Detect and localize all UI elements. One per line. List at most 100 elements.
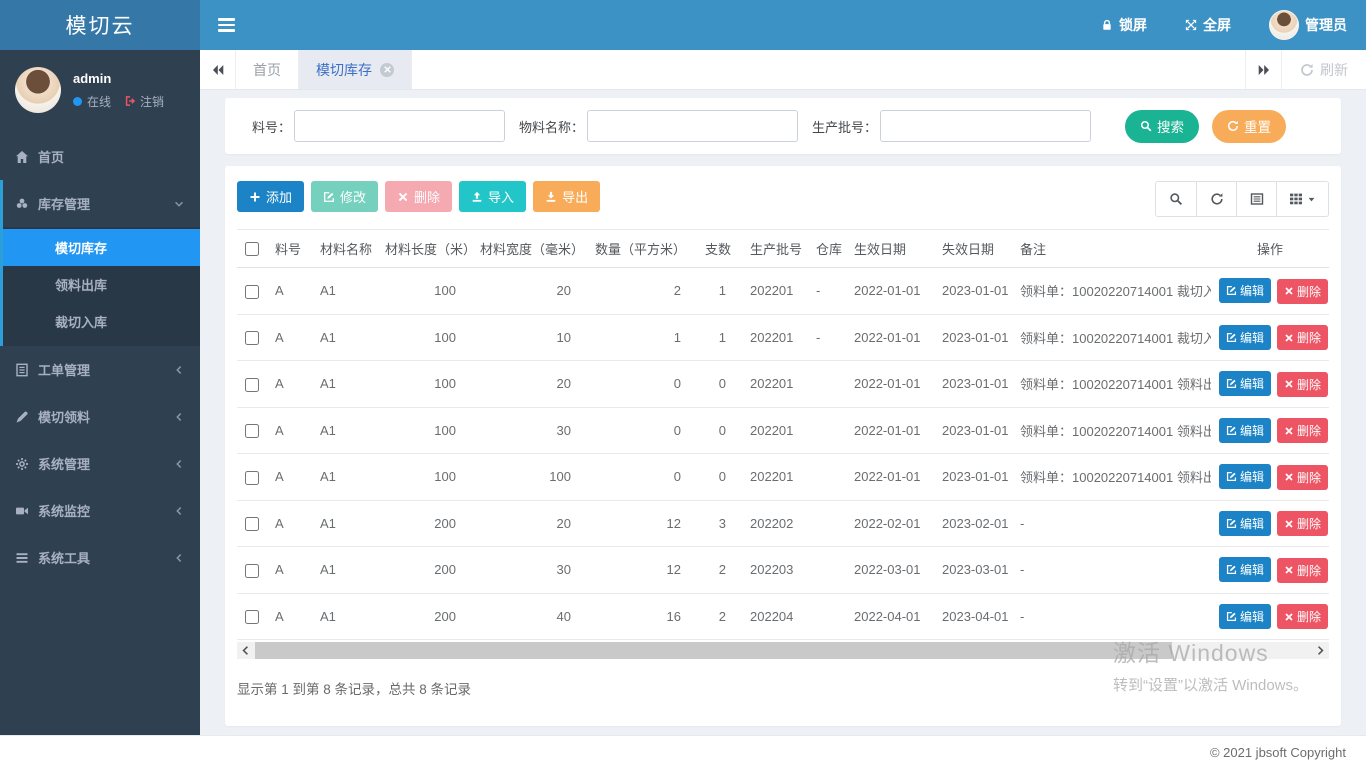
table-row: A A1 100 30 0 0 202201 2022-01-01 2023-0… [237, 407, 1329, 454]
tab-refresh-button[interactable]: 刷新 [1281, 50, 1366, 89]
current-user-menu[interactable]: 管理员 [1250, 0, 1366, 50]
fullscreen-button[interactable]: 全屏 [1166, 0, 1250, 50]
edit-button-label: 编辑 [1240, 468, 1264, 485]
scrollbar-right-arrow[interactable] [1312, 642, 1329, 659]
x-icon [1284, 565, 1294, 575]
sidebar-item-system-admin[interactable]: 系统管理 [0, 440, 200, 487]
batch-no-input[interactable] [880, 110, 1091, 142]
row-delete-button[interactable]: 删除 [1277, 372, 1328, 397]
row-checkbox[interactable] [245, 331, 259, 345]
app-logo: 模切云 [0, 0, 200, 50]
row-checkbox[interactable] [245, 285, 259, 299]
table-detail-view-button[interactable] [1236, 182, 1276, 216]
edit-button-label: 编辑 [1240, 561, 1264, 578]
logout-label: 注销 [140, 93, 164, 110]
delete-button-label: 删除 [1297, 283, 1321, 300]
x-icon [1284, 426, 1294, 436]
cell-effective-date: 2022-03-01 [846, 547, 934, 594]
search-icon [1140, 120, 1152, 132]
batch-no-label: 生产批号： [812, 117, 877, 136]
row-delete-button[interactable]: 删除 [1277, 558, 1328, 583]
row-checkbox[interactable] [245, 564, 259, 578]
sidebar-toggle-button[interactable] [200, 0, 253, 50]
footer: © 2021 jbsoft Copyright [0, 735, 1366, 768]
row-delete-button[interactable]: 删除 [1277, 604, 1328, 629]
cell-remark: 领料单：10020220714001 领料出库 [1012, 407, 1211, 454]
sidebar-group-inventory: 库存管理 模切库存 领料出库 裁切入库 [0, 180, 200, 346]
select-all-checkbox[interactable] [245, 242, 259, 256]
row-edit-button[interactable]: 编辑 [1219, 418, 1271, 443]
import-button[interactable]: 导入 [459, 181, 526, 212]
row-delete-button[interactable]: 删除 [1277, 465, 1328, 490]
row-delete-button[interactable]: 删除 [1277, 418, 1328, 443]
edit-icon [1226, 564, 1237, 575]
part-no-input[interactable] [294, 110, 505, 142]
table-search-toggle-button[interactable] [1156, 182, 1196, 216]
row-delete-button[interactable]: 删除 [1277, 279, 1328, 304]
row-checkbox[interactable] [245, 471, 259, 485]
sidebar-item-diecut-material[interactable]: 模切领料 [0, 393, 200, 440]
scrollbar-thumb[interactable] [255, 642, 1172, 659]
cell-batch-no: 202203 [742, 547, 808, 594]
export-button[interactable]: 导出 [533, 181, 600, 212]
delete-button[interactable]: 删除 [385, 181, 452, 212]
sidebar-item-home[interactable]: 首页 [0, 133, 200, 180]
table-columns-button[interactable] [1276, 182, 1328, 216]
cell-warehouse [808, 547, 846, 594]
sidebar-item-system-tools[interactable]: 系统工具 [0, 534, 200, 581]
row-edit-button[interactable]: 编辑 [1219, 557, 1271, 582]
table-refresh-button[interactable] [1196, 182, 1236, 216]
lock-screen-button[interactable]: 锁屏 [1082, 0, 1166, 50]
row-delete-button[interactable]: 删除 [1277, 325, 1328, 350]
pen-icon [15, 410, 29, 424]
sidebar-item-cut-inbound[interactable]: 裁切入库 [3, 303, 200, 340]
material-name-input[interactable] [587, 110, 798, 142]
delete-button-label: 删除 [1297, 422, 1321, 439]
row-edit-button[interactable]: 编辑 [1219, 604, 1271, 629]
sidebar-item-system-monitor[interactable]: 系统监控 [0, 487, 200, 534]
tabs-scroll-left-button[interactable] [200, 50, 236, 89]
sidebar-item-label: 系统工具 [38, 548, 90, 567]
col-header: 支数 [697, 230, 742, 268]
add-button[interactable]: 添加 [237, 181, 304, 212]
tabs-scroll-right-button[interactable] [1245, 50, 1281, 89]
row-edit-button[interactable]: 编辑 [1219, 325, 1271, 350]
row-edit-button[interactable]: 编辑 [1219, 511, 1271, 536]
cell-part-no: A [267, 547, 312, 594]
search-button[interactable]: 搜索 [1125, 110, 1199, 143]
modify-button[interactable]: 修改 [311, 181, 378, 212]
row-delete-button[interactable]: 删除 [1277, 511, 1328, 536]
row-edit-button[interactable]: 编辑 [1219, 278, 1271, 303]
reset-button[interactable]: 重置 [1212, 110, 1286, 143]
row-checkbox[interactable] [245, 424, 259, 438]
lock-icon [1101, 19, 1113, 31]
cell-batch-no: 202204 [742, 593, 808, 640]
cell-effective-date: 2022-02-01 [846, 500, 934, 547]
sidebar-item-label: 工单管理 [38, 360, 90, 379]
cell-warehouse [808, 361, 846, 408]
hamburger-icon [218, 15, 235, 35]
cell-width: 100 [472, 454, 587, 501]
row-checkbox[interactable] [245, 378, 259, 392]
tab-home[interactable]: 首页 [236, 50, 299, 89]
sidebar-item-label: 系统监控 [38, 501, 90, 520]
cell-warehouse: - [808, 314, 846, 361]
inventory-table: 料号 材料名称 材料长度（米） 材料宽度（毫米） 数量（平方米） 支数 生产批号… [237, 229, 1329, 640]
row-checkbox[interactable] [245, 610, 259, 624]
sidebar-item-material-outbound[interactable]: 领料出库 [3, 266, 200, 303]
row-checkbox[interactable] [245, 517, 259, 531]
cell-batch-no: 202201 [742, 268, 808, 315]
tab-close-button[interactable] [380, 63, 394, 77]
row-edit-button[interactable]: 编辑 [1219, 464, 1271, 489]
sidebar-item-diecut-stock[interactable]: 模切库存 [3, 229, 200, 266]
sidebar-item-workorder[interactable]: 工单管理 [0, 346, 200, 393]
scrollbar-left-arrow[interactable] [237, 642, 254, 659]
row-edit-button[interactable]: 编辑 [1219, 371, 1271, 396]
inventory-submenu: 模切库存 领料出库 裁切入库 [3, 227, 200, 346]
edit-icon [1226, 332, 1237, 343]
col-header: 数量（平方米） [587, 230, 697, 268]
logout-button[interactable]: 注销 [124, 93, 164, 110]
col-header: 材料名称 [312, 230, 377, 268]
sidebar-item-inventory[interactable]: 库存管理 [3, 180, 200, 227]
tab-diecut-stock[interactable]: 模切库存 [299, 50, 412, 89]
